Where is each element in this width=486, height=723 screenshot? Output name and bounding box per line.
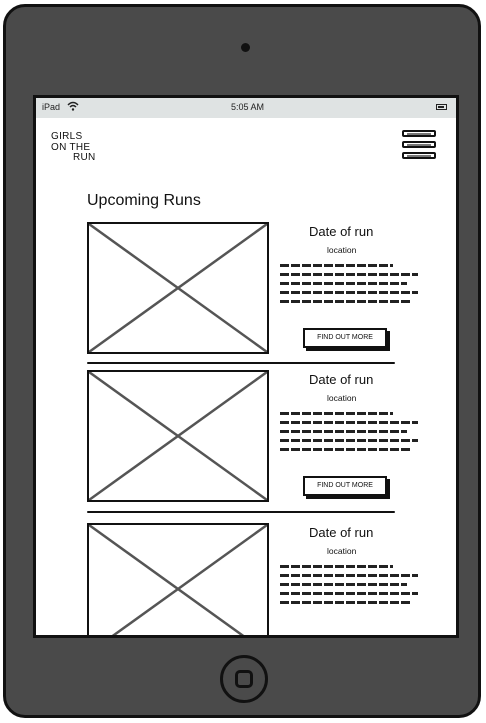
- battery-icon: [436, 104, 447, 110]
- hamburger-menu-icon[interactable]: [402, 130, 438, 162]
- camera-icon: [241, 43, 250, 52]
- run-card: Date of run location FIND OUT MORE: [87, 222, 437, 362]
- site-logo[interactable]: GIRLS ON THE RUN: [51, 131, 96, 164]
- run-date: Date of run: [309, 525, 374, 540]
- run-date: Date of run: [309, 224, 374, 239]
- run-card: Date of run location FIND OUT MORE: [87, 370, 437, 510]
- placeholder-text: [280, 264, 418, 309]
- find-out-more-button[interactable]: FIND OUT MORE: [303, 476, 387, 496]
- placeholder-text: [280, 565, 418, 610]
- device-label: iPad: [42, 102, 61, 112]
- run-location: location: [327, 393, 357, 403]
- run-location: location: [327, 546, 357, 556]
- wifi-icon: [67, 101, 79, 115]
- home-square-icon: [235, 670, 253, 688]
- logo-line: GIRLS: [51, 131, 83, 142]
- image-placeholder-icon: [87, 523, 269, 635]
- run-card: Date of run location: [87, 523, 437, 635]
- run-date: Date of run: [309, 372, 374, 387]
- menu-bar: [402, 152, 436, 159]
- menu-bar: [402, 141, 436, 148]
- screen: iPad 5:05 AM GIRLS ON THE RUN Upcoming R…: [33, 95, 459, 638]
- placeholder-text: [280, 412, 418, 457]
- home-button[interactable]: [220, 655, 268, 703]
- clock: 5:05 AM: [231, 102, 265, 112]
- tablet-frame: iPad 5:05 AM GIRLS ON THE RUN Upcoming R…: [3, 4, 481, 718]
- logo-line: RUN: [73, 152, 96, 163]
- image-placeholder-icon: [87, 222, 269, 354]
- menu-bar: [402, 130, 436, 137]
- status-bar: iPad 5:05 AM: [36, 98, 456, 118]
- image-placeholder-icon: [87, 370, 269, 502]
- divider: [87, 362, 395, 364]
- divider: [87, 511, 395, 513]
- page-title: Upcoming Runs: [87, 192, 201, 209]
- run-location: location: [327, 245, 357, 255]
- find-out-more-button[interactable]: FIND OUT MORE: [303, 328, 387, 348]
